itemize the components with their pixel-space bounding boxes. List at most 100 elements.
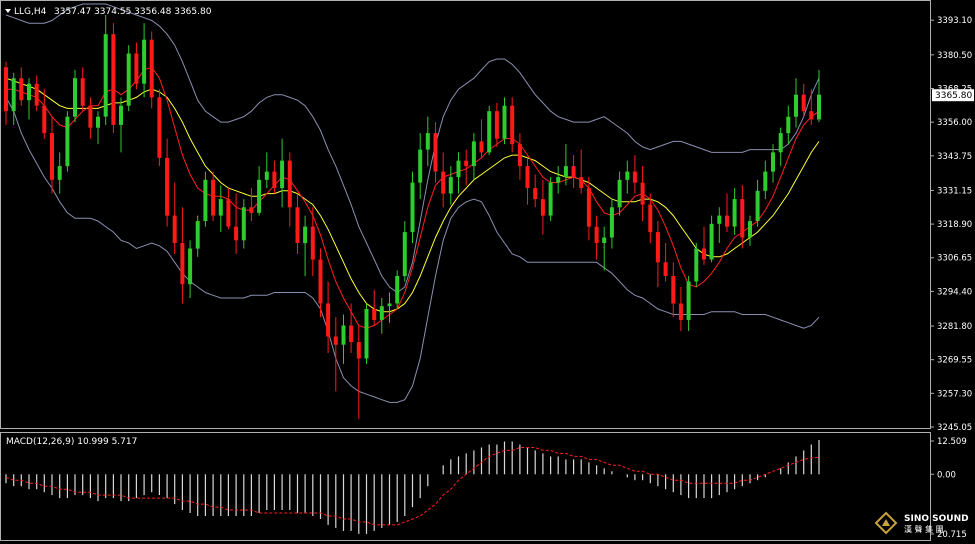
candle[interactable] bbox=[126, 45, 131, 112]
candle-body bbox=[165, 157, 170, 216]
candle-body bbox=[57, 166, 62, 180]
candle-body bbox=[142, 39, 147, 84]
candle-body bbox=[678, 303, 683, 320]
candle-body bbox=[609, 207, 614, 238]
candle[interactable] bbox=[65, 111, 70, 172]
macd-tick-label: 12.509 bbox=[937, 437, 967, 447]
candle[interactable] bbox=[548, 177, 553, 222]
candle-body bbox=[471, 141, 476, 167]
candle-body bbox=[280, 160, 285, 189]
candle-body bbox=[425, 133, 430, 150]
price-tick-label: 3257.30 bbox=[937, 389, 972, 399]
candle-body bbox=[625, 171, 630, 180]
candle-body bbox=[556, 177, 561, 183]
candle-body bbox=[817, 94, 821, 120]
price-tick-label: 3380.50 bbox=[937, 51, 972, 61]
candle[interactable] bbox=[111, 23, 116, 134]
candle-body bbox=[571, 166, 576, 178]
candle-body bbox=[234, 226, 239, 241]
candle-body bbox=[310, 226, 315, 260]
svg-text:3365.80: 3365.80 bbox=[935, 91, 972, 101]
candle-body bbox=[563, 166, 568, 178]
candle-body bbox=[19, 78, 24, 101]
logo-brand: SINO SOUND bbox=[904, 514, 969, 524]
candle-body bbox=[494, 111, 499, 139]
candle-body bbox=[119, 105, 123, 125]
price-axis: 3393.103380.503368.253356.003343.753331.… bbox=[930, 16, 972, 433]
candle-body bbox=[172, 215, 177, 244]
candle-body bbox=[395, 276, 400, 304]
ohlc-readout: 3357.47 3374.55 3356.48 3365.80 bbox=[54, 7, 212, 17]
candle[interactable] bbox=[395, 270, 400, 310]
candle[interactable] bbox=[157, 89, 162, 167]
candle-body bbox=[525, 166, 530, 189]
candle-body bbox=[671, 276, 676, 304]
candle-body bbox=[203, 179, 208, 221]
candle-body bbox=[226, 199, 231, 227]
candle-body bbox=[441, 171, 446, 194]
candle-body bbox=[655, 232, 660, 263]
candle-body bbox=[111, 34, 116, 125]
price-tick-label: 3318.90 bbox=[937, 220, 972, 230]
macd-tick-label: 0.00 bbox=[937, 470, 956, 480]
candle-body bbox=[126, 53, 131, 106]
candle-body bbox=[349, 325, 354, 342]
candle-body bbox=[402, 232, 407, 277]
candle-body bbox=[356, 342, 361, 359]
candle-body bbox=[418, 149, 423, 183]
candle-body bbox=[287, 160, 292, 208]
candle-body bbox=[778, 133, 783, 153]
candle[interactable] bbox=[694, 243, 699, 287]
candle-body bbox=[702, 248, 706, 260]
candle-body bbox=[264, 171, 269, 180]
candle-body bbox=[433, 133, 438, 172]
candle[interactable] bbox=[487, 105, 492, 156]
candle-body bbox=[801, 94, 806, 112]
candle-body bbox=[157, 97, 162, 158]
candle-body bbox=[318, 259, 323, 304]
price-tick-label: 3281.80 bbox=[937, 322, 972, 332]
candle-body bbox=[533, 188, 538, 200]
candle-body bbox=[717, 215, 722, 224]
candle-body bbox=[594, 226, 599, 244]
candle-body bbox=[602, 237, 607, 243]
candle-body bbox=[456, 160, 461, 178]
price-tick-label: 3269.55 bbox=[937, 356, 972, 366]
candle-body bbox=[341, 325, 346, 345]
logo-sub: 漢 聲 集 團 bbox=[904, 524, 944, 534]
candle-body bbox=[4, 67, 8, 112]
candle-body bbox=[272, 171, 277, 189]
candle-body bbox=[80, 78, 85, 106]
candle-body bbox=[548, 182, 553, 216]
candle-body bbox=[379, 306, 384, 320]
candle-body bbox=[103, 34, 108, 117]
candle-body bbox=[65, 116, 70, 167]
candle-body bbox=[410, 182, 415, 233]
price-chart[interactable]: 3393.103380.503368.253356.003343.753331.… bbox=[0, 0, 975, 544]
candle-body bbox=[372, 309, 377, 320]
candle-body bbox=[149, 39, 154, 98]
candle-body bbox=[709, 223, 714, 260]
price-tick-label: 3343.75 bbox=[937, 152, 972, 162]
candle-body bbox=[640, 182, 645, 205]
price-panel-frame bbox=[0, 0, 931, 429]
candle-body bbox=[748, 221, 752, 238]
candle-body bbox=[364, 309, 369, 359]
candle-body bbox=[725, 215, 729, 227]
candle-body bbox=[579, 177, 584, 189]
macd-label: MACD(12,26,9) 10.999 5.717 bbox=[6, 437, 137, 447]
candle-body bbox=[42, 105, 47, 134]
candle[interactable] bbox=[203, 171, 208, 227]
candle[interactable] bbox=[364, 303, 369, 364]
candle-body bbox=[387, 303, 392, 307]
candle-body bbox=[487, 111, 492, 153]
candle[interactable] bbox=[149, 31, 154, 109]
candle-body bbox=[686, 281, 691, 320]
candle-body bbox=[34, 83, 39, 106]
candle-body bbox=[211, 179, 216, 216]
candle-body bbox=[632, 171, 637, 183]
candle-body bbox=[502, 105, 507, 139]
candle-body bbox=[663, 262, 668, 276]
candle-body bbox=[517, 144, 522, 167]
candle-body bbox=[755, 190, 760, 221]
